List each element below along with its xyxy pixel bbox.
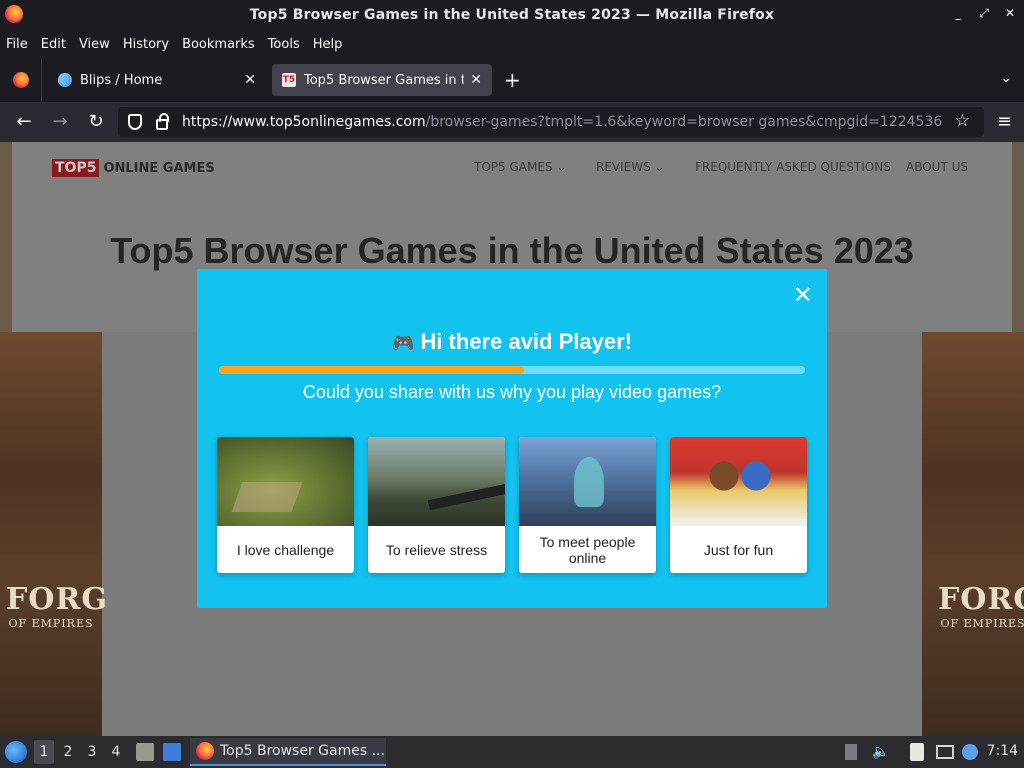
shooter-game-image [368,437,505,526]
gamepad-icon: 🎮 [392,333,415,353]
tab-blips-home[interactable]: Blips / Home ✕ [48,64,266,96]
forge-of-empires-ad-left[interactable]: FORG OF EMPIRES [0,332,108,736]
site-nav-about-us[interactable]: ABOUT US [906,160,968,174]
option-to-meet-people-online[interactable]: To meet people online [519,437,656,573]
start-menu-icon[interactable] [5,741,27,763]
option-label: To meet people online [539,533,636,566]
ad-emblem-subtitle: OF EMPIRES [940,617,1024,630]
ad-emblem-title: FORG [6,582,108,617]
site-nav-top5-games[interactable]: TOP5 GAMES ⌄ [474,160,566,174]
network-icon[interactable] [936,745,954,759]
forward-button[interactable]: → [49,111,71,132]
top5-favicon-icon: T5 [282,73,296,87]
taskbar-task-label: Top5 Browser Games ... [220,743,385,759]
menu-tools[interactable]: Tools [268,37,300,52]
firefox-icon [196,742,214,760]
ad-emblem: FORG OF EMPIRES [6,582,108,630]
ad-emblem-subtitle: OF EMPIRES [8,617,94,630]
survey-question: Could you share with us why you play vid… [302,382,722,402]
firefox-logo-icon [5,5,23,23]
url-bar[interactable]: https://www.top5onlinegames.com/browser-… [118,107,984,137]
taskbar-firefox-window[interactable]: Top5 Browser Games ... [190,738,386,766]
minimize-button[interactable]: _ [952,6,964,21]
tab-label: Top5 Browser Games in the United States … [304,72,465,88]
tab-label: Blips / Home [80,72,163,88]
tab-top5-browser-games[interactable]: T5 Top5 Browser Games in the United Stat… [272,64,492,96]
back-button[interactable]: ← [13,111,35,132]
menu-bar: File Edit View History Bookmarks Tools H… [0,30,1024,58]
reload-button[interactable]: ↻ [85,111,107,132]
window-title: Top5 Browser Games in the United States … [249,7,775,23]
window-titlebar: Top5 Browser Games in the United States … [0,0,1024,30]
clipboard-icon[interactable] [910,743,924,761]
list-all-tabs-button[interactable]: ⌄ [1000,70,1012,86]
option-label: I love challenge [236,541,335,558]
navigation-bar: ← → ↻ https://www.top5onlinegames.com/br… [0,102,1024,142]
option-label: Just for fun [703,541,774,558]
workspace-2[interactable]: 2 [58,740,78,764]
ad-emblem: FORG OF EMPIRES [938,582,1024,630]
maximize-button[interactable]: ⤢ [978,6,990,21]
tracking-protection-shield-icon[interactable] [128,114,142,130]
url-path: /browser-games?tmplt=1.6&keyword=browser… [425,114,942,130]
menu-view[interactable]: View [79,37,110,52]
option-to-relieve-stress[interactable]: To relieve stress [368,437,505,573]
modal-heading: 🎮 Hi there avid Player! [197,329,827,355]
volume-icon[interactable]: 🔈 [872,744,889,760]
menu-edit[interactable]: Edit [41,37,66,52]
updates-tray-icon[interactable] [845,744,857,760]
modal-close-button[interactable]: ✕ [793,281,813,309]
survey-modal: ✕ 🎮 Hi there avid Player! Could you share… [197,269,827,608]
option-just-for-fun[interactable]: Just for fun [670,437,807,573]
ad-emblem-title: FORG [938,582,1024,617]
site-logo-badge: TOP5 [52,159,100,177]
tab-close-icon[interactable]: ✕ [244,72,256,88]
workspace-4[interactable]: 4 [106,740,126,764]
bookmark-star-icon[interactable]: ☆ [955,111,970,131]
taskbar: 1 2 3 4 Top5 Browser Games ... 🔈 7:14 [0,736,1024,768]
runner-game-image [670,437,807,526]
show-desktop-icon[interactable] [163,743,181,761]
workspace-3[interactable]: 3 [82,740,102,764]
menu-help[interactable]: Help [313,37,343,52]
survey-progress-fill [219,366,524,374]
answer-options: I love challenge To relieve stress To me… [217,437,807,573]
strategy-game-image [217,437,354,526]
survey-progress-bar [219,366,805,374]
option-i-love-challenge[interactable]: I love challenge [217,437,354,573]
workspace-1[interactable]: 1 [34,740,54,764]
firefox-view-button[interactable] [0,58,42,102]
blips-favicon-icon [58,73,72,87]
lock-icon[interactable] [156,112,169,130]
site-logo-text: ONLINE GAMES [103,160,215,176]
forge-of-empires-ad-right[interactable]: FORG OF EMPIRES [922,332,1024,736]
modal-heading-text: Hi there avid Player! [420,329,632,354]
close-window-button[interactable]: ✕ [1004,6,1016,21]
window-controls: _ ⤢ ✕ [952,6,1016,21]
menu-bookmarks[interactable]: Bookmarks [182,37,255,52]
notifications-icon[interactable] [962,744,978,760]
clock: 7:14 [986,743,1018,759]
page-title: Top5 Browser Games in the United States … [110,230,914,271]
new-tab-button[interactable]: + [504,68,521,92]
option-label: To relieve stress [385,541,488,558]
file-manager-icon[interactable] [136,743,154,761]
site-logo[interactable]: TOP5 ONLINE GAMES [52,159,215,177]
fantasy-game-image [519,437,656,526]
firefox-icon [12,72,29,88]
site-nav-faq[interactable]: FREQUENTLY ASKED QUESTIONS [695,160,891,174]
app-menu-button[interactable]: ≡ [997,111,1012,132]
menu-history[interactable]: History [123,37,169,52]
tab-close-icon[interactable]: ✕ [470,72,482,88]
menu-file[interactable]: File [6,37,28,52]
site-nav-reviews[interactable]: REVIEWS ⌄ [596,160,665,174]
tab-bar: Blips / Home ✕ T5 Top5 Browser Games in … [0,58,1024,102]
url-text[interactable]: https://www.top5onlinegames.com/browser-… [182,114,942,130]
url-host: https://www.top5onlinegames.com [182,114,426,130]
